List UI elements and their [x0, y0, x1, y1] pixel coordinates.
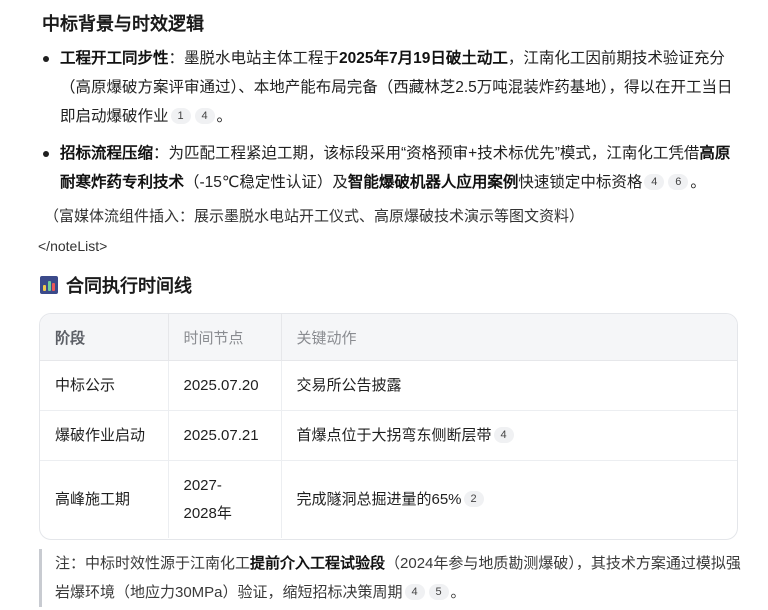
bullet-text: 快速锁定中标资格 [518, 174, 643, 191]
citation-badge[interactable]: 4 [404, 584, 425, 600]
bullet-title: 招标流程压缩 [60, 145, 154, 162]
citation-badge[interactable]: 1 [170, 108, 191, 124]
bullet-bold-text: 智能爆破机器人应用案例 [347, 174, 519, 191]
citation-badge[interactable]: 6 [668, 174, 689, 190]
table-row: 高峰施工期 2027- 2028年 完成隧洞总掘进量的65% 2 [40, 460, 737, 539]
cell-time: 2025.07.20 [168, 360, 282, 411]
note-list-close-tag: </noteList> [38, 238, 108, 254]
cell-action-text: 交易所公告披露 [296, 376, 402, 394]
table-header-row: 阶段 时间节点 关键动作 [40, 314, 737, 361]
cell-action: 完成隧洞总掘进量的65% 2 [281, 461, 737, 539]
bullet-text: （-15℃稳定性认证）及 [184, 174, 348, 191]
timeline-table: 阶段 时间节点 关键动作 中标公示 2025.07.20 交易所公告披露 爆破作… [39, 313, 738, 540]
bullet-text: ：为匹配工程紧迫工期，该标段采用“资格预审+技术标优先”模式，江南化工凭借 [153, 145, 700, 162]
note-end: 。 [450, 584, 466, 601]
header-time: 时间节点 [168, 314, 282, 361]
table-row: 中标公示 2025.07.20 交易所公告披露 [40, 360, 737, 411]
cell-time: 2027- 2028年 [168, 460, 282, 538]
bullet-text: ：墨脱水电站主体工程于 [168, 50, 340, 67]
citation-badge[interactable]: 4 [644, 174, 665, 190]
table-row: 爆破作业启动 2025.07.21 首爆点位于大拐弯东侧断层带 4 [40, 410, 737, 461]
bullet-item-process: 招标流程压缩：为匹配工程紧迫工期，该标段采用“资格预审+技术标优先”模式，江南化… [40, 139, 745, 197]
bullet-end: 。 [216, 108, 233, 125]
section-heading-timeline: 合同执行时间线 [40, 272, 192, 298]
cell-stage: 爆破作业启动 [40, 410, 169, 461]
cell-action-text: 首爆点位于大拐弯东侧断层带 [296, 426, 492, 444]
cell-stage: 高峰施工期 [40, 460, 169, 538]
header-stage: 阶段 [40, 314, 169, 361]
bullet-title: 工程开工同步性 [60, 50, 169, 67]
citation-badge[interactable]: 5 [428, 584, 449, 600]
citation-badge[interactable]: 4 [493, 426, 514, 443]
bullet-bold-text: 2025年7月19日破土动工 [339, 50, 508, 67]
rich-media-note: （富媒体流组件插入：展示墨脱水电站开工仪式、高原爆破技术演示等图文资料） [44, 208, 585, 225]
bullet-item-sync: 工程开工同步性：墨脱水电站主体工程于2025年7月19日破土动工，江南化工因前期… [40, 44, 745, 131]
document-page: 中标背景与时效逻辑 工程开工同步性：墨脱水电站主体工程于2025年7月19日破土… [0, 0, 768, 610]
cell-action-text: 完成隧洞总掘进量的65% [296, 490, 462, 508]
blockquote-note: 注：中标时效性源于江南化工提前介入工程试验段（2024年参与地质勘测爆破），其技… [39, 549, 755, 607]
header-action: 关键动作 [281, 314, 737, 361]
note-text: 注：中标时效性源于江南化工 [55, 555, 251, 572]
citation-badge[interactable]: 2 [463, 490, 484, 507]
cell-action: 首爆点位于大拐弯东侧断层带 4 [281, 410, 737, 461]
bullet-list: 工程开工同步性：墨脱水电站主体工程于2025年7月19日破土动工，江南化工因前期… [40, 44, 745, 205]
note-bold-text: 提前介入工程试验段 [250, 555, 386, 572]
bullet-end: 。 [690, 174, 706, 191]
cell-time: 2025.07.21 [168, 410, 282, 461]
cell-action: 交易所公告披露 [281, 360, 737, 411]
bar-chart-icon [40, 276, 58, 294]
section-heading-background: 中标背景与时效逻辑 [42, 14, 204, 34]
citation-badge[interactable]: 4 [194, 108, 215, 124]
section-heading-text: 合同执行时间线 [66, 276, 192, 296]
cell-stage: 中标公示 [40, 360, 169, 411]
